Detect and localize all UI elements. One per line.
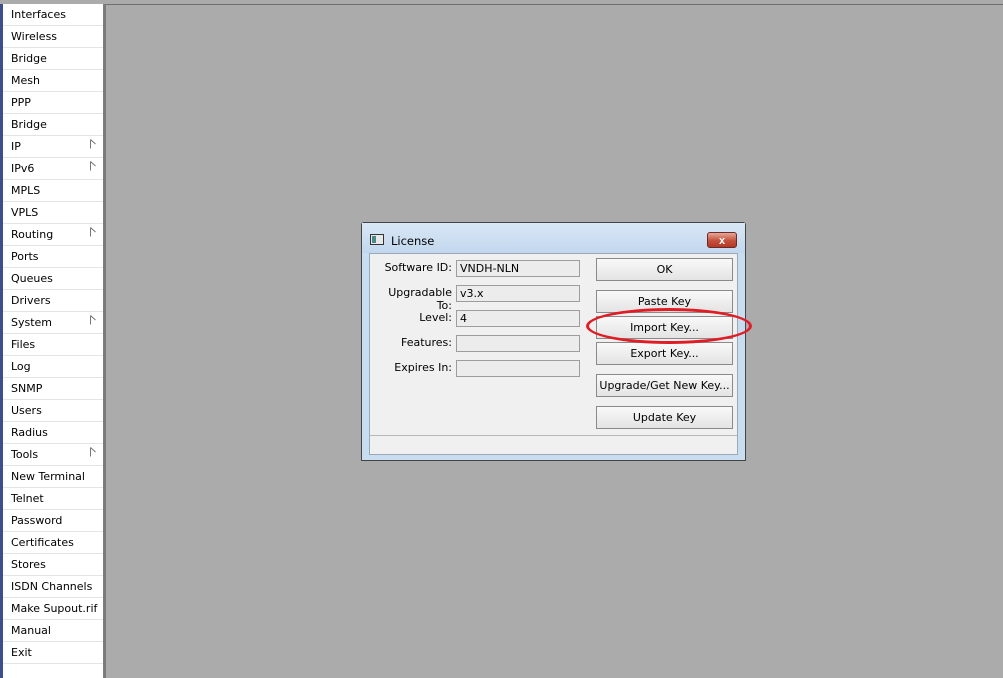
- submenu-arrow-icon: [90, 139, 96, 149]
- sidebar-item-label: Ports: [11, 250, 39, 263]
- dialog-titlebar[interactable]: License x: [362, 223, 745, 253]
- sidebar-item-label: Make Supout.rif: [11, 602, 98, 615]
- upgradable-to-label: Upgradable To:: [388, 286, 452, 312]
- sidebar-item-bridge[interactable]: Bridge: [3, 48, 103, 70]
- workspace-top-border: [104, 4, 1003, 5]
- export-key-button[interactable]: Export Key...: [596, 342, 733, 365]
- sidebar-item-label: Password: [11, 514, 63, 527]
- submenu-arrow-icon: [90, 227, 96, 237]
- sidebar-item-label: Files: [11, 338, 36, 351]
- sidebar-item-label: System: [11, 316, 53, 329]
- upgrade-key-button[interactable]: Upgrade/Get New Key...: [596, 374, 733, 397]
- sidebar-item-label: Interfaces: [11, 8, 66, 21]
- sidebar-item-routing[interactable]: Routing: [3, 224, 103, 246]
- sidebar-item-drivers[interactable]: Drivers: [3, 290, 103, 312]
- sidebar-item-label: SNMP: [11, 382, 43, 395]
- workspace-left-border: [104, 4, 106, 678]
- sidebar-item-label: Radius: [11, 426, 48, 439]
- dialog-title: License: [391, 234, 435, 248]
- sidebar-item-label: IP: [11, 140, 21, 153]
- sidebar-item-files[interactable]: Files: [3, 334, 103, 356]
- sidebar-item-label: Bridge: [11, 118, 47, 131]
- sidebar-list: Interfaces Wireless Bridge Mesh PPP Bridge IP I…: [3, 4, 103, 664]
- sidebar-item-label: Drivers: [11, 294, 51, 307]
- sidebar-item-label: Queues: [11, 272, 53, 285]
- sidebar-item-label: IPv6: [11, 162, 35, 175]
- software-id-label: Software ID:: [384, 261, 452, 274]
- sidebar-item-radius[interactable]: Radius: [3, 422, 103, 444]
- submenu-arrow-icon: [90, 315, 96, 325]
- features-field[interactable]: [456, 335, 580, 352]
- sidebar-item-label: New Terminal: [11, 470, 85, 483]
- sidebar-item-users[interactable]: Users: [3, 400, 103, 422]
- sidebar-item-label: Bridge: [11, 52, 47, 65]
- sidebar-item-mpls[interactable]: MPLS: [3, 180, 103, 202]
- sidebar-item-ppp[interactable]: PPP: [3, 92, 103, 114]
- sidebar-item-label: Telnet: [11, 492, 44, 505]
- sidebar-item-queues[interactable]: Queues: [3, 268, 103, 290]
- sidebar-item-log[interactable]: Log: [3, 356, 103, 378]
- sidebar-item-label: Stores: [11, 558, 46, 571]
- sidebar-item-mesh[interactable]: Mesh: [3, 70, 103, 92]
- sidebar-item-new-terminal[interactable]: New Terminal: [3, 466, 103, 488]
- sidebar-item-label: Log: [11, 360, 31, 373]
- sidebar-item-label: Wireless: [11, 30, 58, 43]
- ok-button[interactable]: OK: [596, 258, 733, 281]
- level-label: Level:: [419, 311, 452, 324]
- sidebar-item-label: Mesh: [11, 74, 40, 87]
- sidebar-item-exit[interactable]: Exit: [3, 642, 103, 664]
- sidebar-item-label: VPLS: [11, 206, 39, 219]
- update-key-button[interactable]: Update Key: [596, 406, 733, 429]
- import-key-button[interactable]: Import Key...: [596, 316, 733, 339]
- close-icon[interactable]: x: [707, 232, 737, 248]
- sidebar-item-tools[interactable]: Tools: [3, 444, 103, 466]
- sidebar-item-label: MPLS: [11, 184, 41, 197]
- level-field[interactable]: 4: [456, 310, 580, 327]
- status-bar: [370, 435, 737, 454]
- sidebar-item-ipv6[interactable]: IPv6: [3, 158, 103, 180]
- sidebar-item-isdn-channels[interactable]: ISDN Channels: [3, 576, 103, 598]
- sidebar-item-label: Routing: [11, 228, 54, 241]
- sidebar-item-label: Certificates: [11, 536, 74, 549]
- sidebar-item-ip[interactable]: IP: [3, 136, 103, 158]
- sidebar-item-manual[interactable]: Manual: [3, 620, 103, 642]
- expires-in-field[interactable]: [456, 360, 580, 377]
- sidebar-item-label: ISDN Channels: [11, 580, 93, 593]
- software-id-field[interactable]: VNDH-NLN: [456, 260, 580, 277]
- features-label: Features:: [400, 336, 452, 349]
- sidebar-item-interfaces[interactable]: Interfaces: [3, 4, 103, 26]
- sidebar-item-label: Users: [11, 404, 42, 417]
- upgradable-to-field[interactable]: v3.x: [456, 285, 580, 302]
- sidebar-item-bridge[interactable]: Bridge: [3, 114, 103, 136]
- sidebar-item-password[interactable]: Password: [3, 510, 103, 532]
- sidebar-item-label: PPP: [11, 96, 31, 109]
- window-icon: [370, 234, 384, 245]
- sidebar-item-ports[interactable]: Ports: [3, 246, 103, 268]
- expires-in-label: Expires In:: [394, 361, 452, 374]
- sidebar-item-system[interactable]: System: [3, 312, 103, 334]
- submenu-arrow-icon: [90, 161, 96, 171]
- sidebar-item-label: Manual: [11, 624, 51, 637]
- submenu-arrow-icon: [90, 447, 96, 457]
- dialog-body: Software ID: VNDH-NLN Upgradable To: v3.…: [369, 253, 738, 455]
- paste-key-button[interactable]: Paste Key: [596, 290, 733, 313]
- sidebar-menu: Interfaces Wireless Bridge Mesh PPP Bridge IP I…: [0, 4, 104, 678]
- sidebar-item-telnet[interactable]: Telnet: [3, 488, 103, 510]
- license-dialog: License x Software ID: VNDH-NLN Upgradab…: [361, 222, 746, 461]
- sidebar-item-certificates[interactable]: Certificates: [3, 532, 103, 554]
- sidebar-item-make-supout-rif[interactable]: Make Supout.rif: [3, 598, 103, 620]
- sidebar-item-vpls[interactable]: VPLS: [3, 202, 103, 224]
- sidebar-item-stores[interactable]: Stores: [3, 554, 103, 576]
- sidebar-item-wireless[interactable]: Wireless: [3, 26, 103, 48]
- sidebar-item-label: Exit: [11, 646, 32, 659]
- sidebar-item-label: Tools: [11, 448, 39, 461]
- sidebar-item-snmp[interactable]: SNMP: [3, 378, 103, 400]
